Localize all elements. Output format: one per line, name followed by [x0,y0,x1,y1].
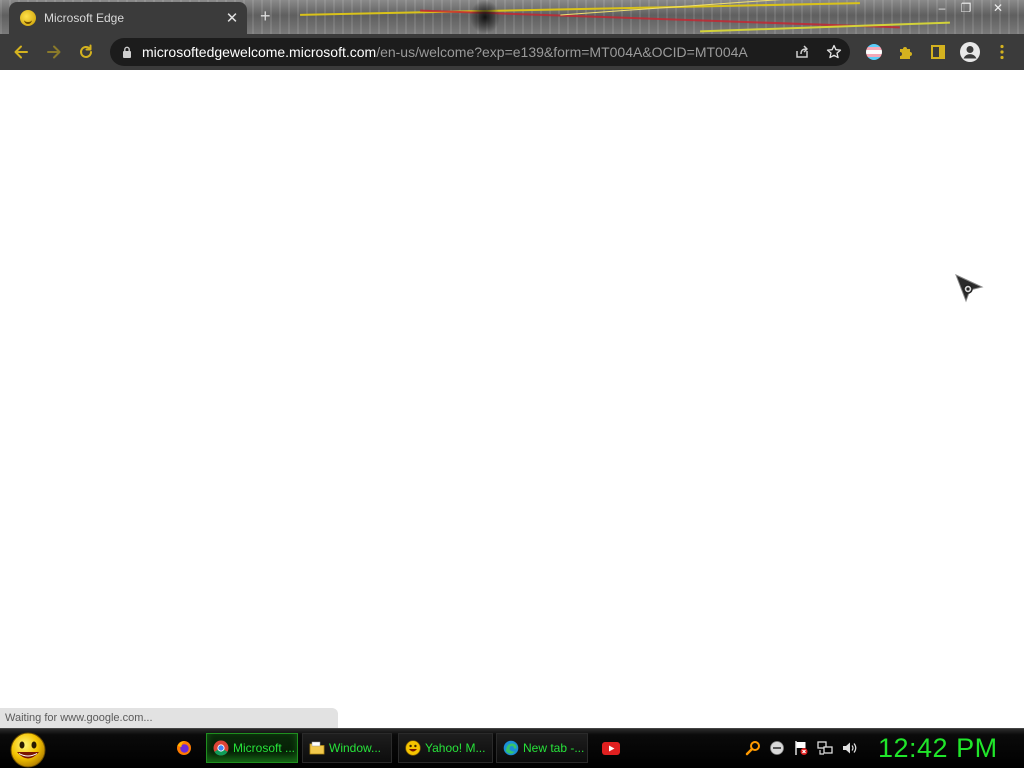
page-content [0,70,1024,728]
tray-volume[interactable] [841,740,857,761]
tray-network[interactable] [817,740,833,761]
firefox-quicklaunch[interactable] [176,740,192,761]
forward-button[interactable] [42,40,66,64]
browser-toolbar: microsoftedgewelcome.microsoft.com/en-us… [0,34,1024,70]
tray-action-center[interactable] [793,740,809,761]
title-bar: Microsoft Edge ✕ + – ❐ ✕ [0,0,1024,34]
back-button[interactable] [9,40,33,64]
taskbar-item-edge[interactable]: New tab -... [496,733,588,763]
profile-flag-icon [866,44,882,60]
restore-button[interactable]: ❐ [954,0,978,16]
taskbar-item-yahoo-messenger[interactable]: Yahoo! M... [398,733,493,763]
url-path: /en-us/welcome?exp=e139&form=MT004A&OCID… [376,44,748,60]
lock-icon[interactable] [122,46,132,58]
firefox-icon [177,741,191,755]
extensions-button[interactable] [894,40,918,64]
taskbar-item-label: New tab -... [523,741,585,755]
url-host: microsoftedgewelcome.microsoft.com [142,44,377,60]
side-panel-icon [931,45,945,59]
share-button[interactable] [790,40,814,64]
account-button[interactable] [958,40,982,64]
taskbar-clock[interactable]: 12:42 PM [878,733,998,764]
back-arrow-icon [14,45,28,59]
tab-close-icon[interactable]: ✕ [223,9,241,27]
menu-kebab-icon [1000,44,1004,60]
status-bubble: Waiting for www.google.com... [0,708,338,728]
account-icon [960,42,980,62]
taskbar-item-label: Yahoo! M... [425,741,486,755]
share-icon [796,45,808,58]
volume-icon [843,742,857,754]
forward-arrow-icon [47,45,61,59]
reload-icon [80,44,92,58]
extensions-puzzle-icon [900,47,912,59]
yahoo-messenger-icon [405,740,421,756]
folder-icon [309,741,325,755]
network-icon [817,741,833,755]
edge-icon [503,740,519,756]
browser-tab[interactable]: Microsoft Edge ✕ [9,2,247,34]
wallpaper-shadow [470,0,500,34]
taskbar-item-chrome[interactable]: Microsoft ... [206,733,298,763]
taskbar: Microsoft ... Window... Yahoo! M... New … [0,728,1024,768]
profile-extension-button[interactable] [862,40,886,64]
tab-title: Microsoft Edge [44,11,125,25]
side-panel-button[interactable] [926,40,950,64]
taskbar-item-label: Microsoft ... [233,741,296,755]
star-icon [826,44,842,59]
reload-button[interactable] [74,40,98,64]
address-bar[interactable]: microsoftedgewelcome.microsoft.com/en-us… [110,38,850,66]
taskbar-item-label: Window... [329,741,382,755]
minimize-button[interactable]: – [930,0,954,16]
taskbar-item-windows-explorer[interactable]: Window... [302,733,392,763]
browser-menu-button[interactable] [990,40,1014,64]
tray-search[interactable] [745,740,761,761]
mouse-cursor-icon [955,274,984,303]
chrome-icon [213,740,229,756]
close-window-button[interactable]: ✕ [986,0,1010,16]
messenger-status-icon [770,741,784,755]
youtube-quicklaunch[interactable] [602,742,620,760]
flag-alert-icon [795,741,808,755]
smiley-start-icon [10,732,46,768]
start-button[interactable] [8,731,48,769]
new-tab-button[interactable]: + [260,6,271,27]
yahoo-smiley-icon [20,10,36,26]
url-text[interactable]: microsoftedgewelcome.microsoft.com/en-us… [142,44,748,60]
search-magnifier-icon [745,741,760,756]
youtube-icon [602,742,620,755]
tray-messenger-status[interactable] [769,740,785,761]
bookmark-button[interactable] [822,40,846,64]
